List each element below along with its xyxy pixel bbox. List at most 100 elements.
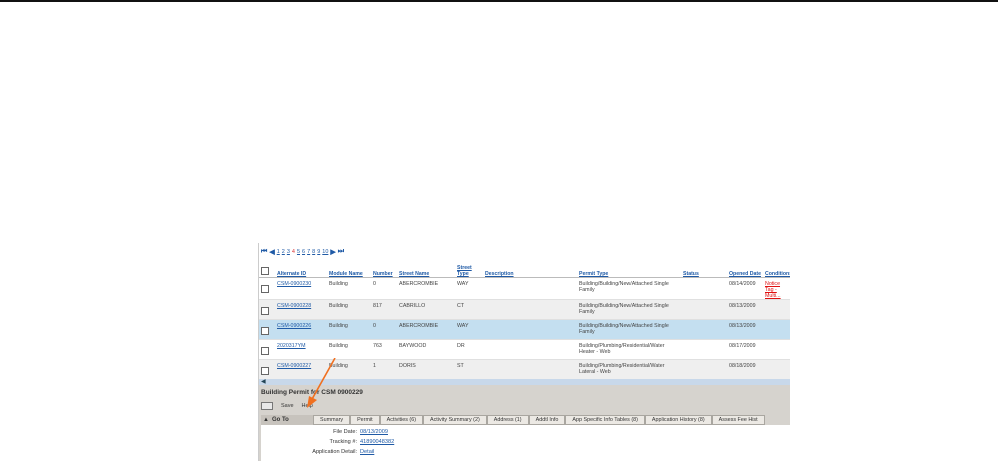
col-street-type[interactable]: Street Type: [455, 259, 483, 278]
top-border: [0, 0, 998, 2]
row-checkbox-cell: [259, 277, 275, 300]
row-checkbox-cell: [259, 319, 275, 340]
row-checkbox[interactable]: [261, 307, 269, 315]
triangle-up-icon: ▲: [263, 417, 269, 423]
tab-app-specific-info[interactable]: App Specific Info Tables (8): [565, 415, 645, 425]
cell-description: [483, 359, 577, 380]
cell-module: Building: [327, 319, 371, 340]
tracking-label: Tracking #:: [329, 439, 357, 445]
col-alternate-id[interactable]: Alternate ID: [275, 259, 327, 278]
cell-module: Building: [327, 277, 371, 300]
record-link[interactable]: CSM-0900228: [277, 303, 311, 309]
page-link[interactable]: 2: [282, 249, 285, 255]
row-checkbox[interactable]: [261, 367, 269, 375]
page-link[interactable]: 3: [287, 249, 290, 255]
page-link[interactable]: 1: [277, 249, 280, 255]
tab-summary[interactable]: Summary: [313, 415, 351, 425]
page-link[interactable]: 8: [312, 249, 315, 255]
col-number[interactable]: Number: [371, 259, 397, 278]
page-link[interactable]: 9: [317, 249, 320, 255]
cell-conditions: [763, 299, 790, 320]
cell-status: [681, 359, 727, 380]
tab-permit[interactable]: Permit: [350, 415, 380, 425]
cell-conditions: [763, 319, 790, 340]
tab-activity-summary[interactable]: Activity Summary (2): [423, 415, 487, 425]
col-permit-type[interactable]: Permit Type: [577, 259, 681, 278]
cell-street-type: DR: [455, 339, 483, 360]
col-conditions[interactable]: Conditions: [763, 259, 790, 278]
cell-alternate-id: CSM-0900228: [275, 299, 327, 320]
cell-opened: 08/17/2009: [727, 339, 763, 360]
cell-status: [681, 277, 727, 300]
col-module-name[interactable]: Module Name: [327, 259, 371, 278]
cell-street: CABRILLO: [397, 299, 455, 320]
cell-opened: 08/14/2009: [727, 277, 763, 300]
pager: ⏮ ◀ 1 2 3 4 5 6 7 8 9 10 ▶ ⏭: [261, 247, 344, 257]
file-date-label: File Date:: [333, 429, 357, 435]
goto-label: Go To: [271, 417, 289, 423]
cell-status: [681, 319, 727, 340]
cell-conditions: [763, 359, 790, 380]
save-button[interactable]: Save: [281, 403, 294, 409]
application-detail-link[interactable]: Detail: [360, 449, 374, 455]
first-page-button[interactable]: ⏮: [261, 248, 267, 256]
cell-description: [483, 299, 577, 320]
col-street-name[interactable]: Street Name: [397, 259, 455, 278]
goto-menu[interactable]: ▲ Go To: [261, 415, 315, 425]
cell-permit-type: Building/Plumbing/Residential/Water Late…: [577, 359, 681, 380]
cell-permit-type: Building/Building/New/Attached Single Fa…: [577, 299, 681, 320]
row-checkbox[interactable]: [261, 327, 269, 335]
cell-status: [681, 299, 727, 320]
cell-status: [681, 339, 727, 360]
table-row[interactable]: 2020317YM Building 763 BAYWOOD DR Buildi…: [259, 339, 790, 360]
cell-number: 763: [371, 339, 397, 360]
col-description[interactable]: Description: [483, 259, 577, 278]
col-status[interactable]: Status: [681, 259, 727, 278]
cell-description: [483, 277, 577, 300]
tab-assess-fee-hist[interactable]: Assess Fee Hist: [711, 415, 765, 425]
tracking-value[interactable]: 41890048382: [360, 439, 394, 445]
cell-conditions: [763, 339, 790, 360]
record-link[interactable]: CSM-0900226: [277, 323, 311, 329]
cell-street: ABERCROMBIE: [397, 319, 455, 340]
table-row-selected[interactable]: CSM-0900226 Building 0 ABERCROMBIE WAY B…: [259, 319, 790, 340]
row-checkbox-cell: [259, 339, 275, 360]
cell-opened: 08/13/2009: [727, 319, 763, 340]
tab-address[interactable]: Address (1): [486, 415, 529, 425]
select-all-checkbox[interactable]: [261, 267, 269, 275]
table-row[interactable]: CSM-0900230 Building 0 ABERCROMBIE WAY B…: [259, 277, 790, 300]
row-checkbox[interactable]: [261, 347, 269, 355]
page-current: 4: [291, 249, 295, 255]
col-opened-date[interactable]: Opened Date: [727, 259, 763, 278]
tab-application-history[interactable]: Application History (8): [644, 415, 712, 425]
last-page-button[interactable]: ⏭: [338, 248, 344, 256]
page-link[interactable]: 5: [297, 249, 300, 255]
tab-activities[interactable]: Activities (6): [379, 415, 424, 425]
cell-opened: 08/18/2009: [727, 359, 763, 380]
table-row[interactable]: CSM-0900228 Building 817 CABRILLO CT Bui…: [259, 299, 790, 320]
condition-link[interactable]: Notice Tag - Multi...: [765, 281, 781, 299]
cell-street-type: CT: [455, 299, 483, 320]
tab-addtl-info[interactable]: Addtl Info: [528, 415, 566, 425]
cell-street-type: ST: [455, 359, 483, 380]
cell-number: 817: [371, 299, 397, 320]
page-link[interactable]: 10: [322, 249, 328, 255]
annotation-arrow-icon: [307, 358, 336, 408]
cell-description: [483, 339, 577, 360]
detail-tabs: Summary Permit Activities (6) Activity S…: [313, 415, 765, 425]
next-page-button[interactable]: ▶: [330, 248, 335, 256]
prev-page-button[interactable]: ◀: [269, 248, 274, 256]
record-link[interactable]: CSM-0900230: [277, 281, 311, 287]
select-all-cell: [259, 259, 275, 278]
row-checkbox-cell: [259, 359, 275, 380]
file-date-value[interactable]: 08/13/2009: [360, 429, 388, 435]
page-link[interactable]: 7: [307, 249, 310, 255]
row-checkbox[interactable]: [261, 285, 269, 293]
cell-module: Building: [327, 339, 371, 360]
scroll-left-icon[interactable]: ◀: [261, 378, 266, 385]
cell-permit-type: Building/Building/New/Attached Single Fa…: [577, 319, 681, 340]
page-link[interactable]: 6: [302, 249, 305, 255]
save-icon[interactable]: [261, 402, 273, 410]
record-link[interactable]: 2020317YM: [277, 343, 306, 349]
application-detail-label: Application Detail:: [312, 449, 357, 455]
